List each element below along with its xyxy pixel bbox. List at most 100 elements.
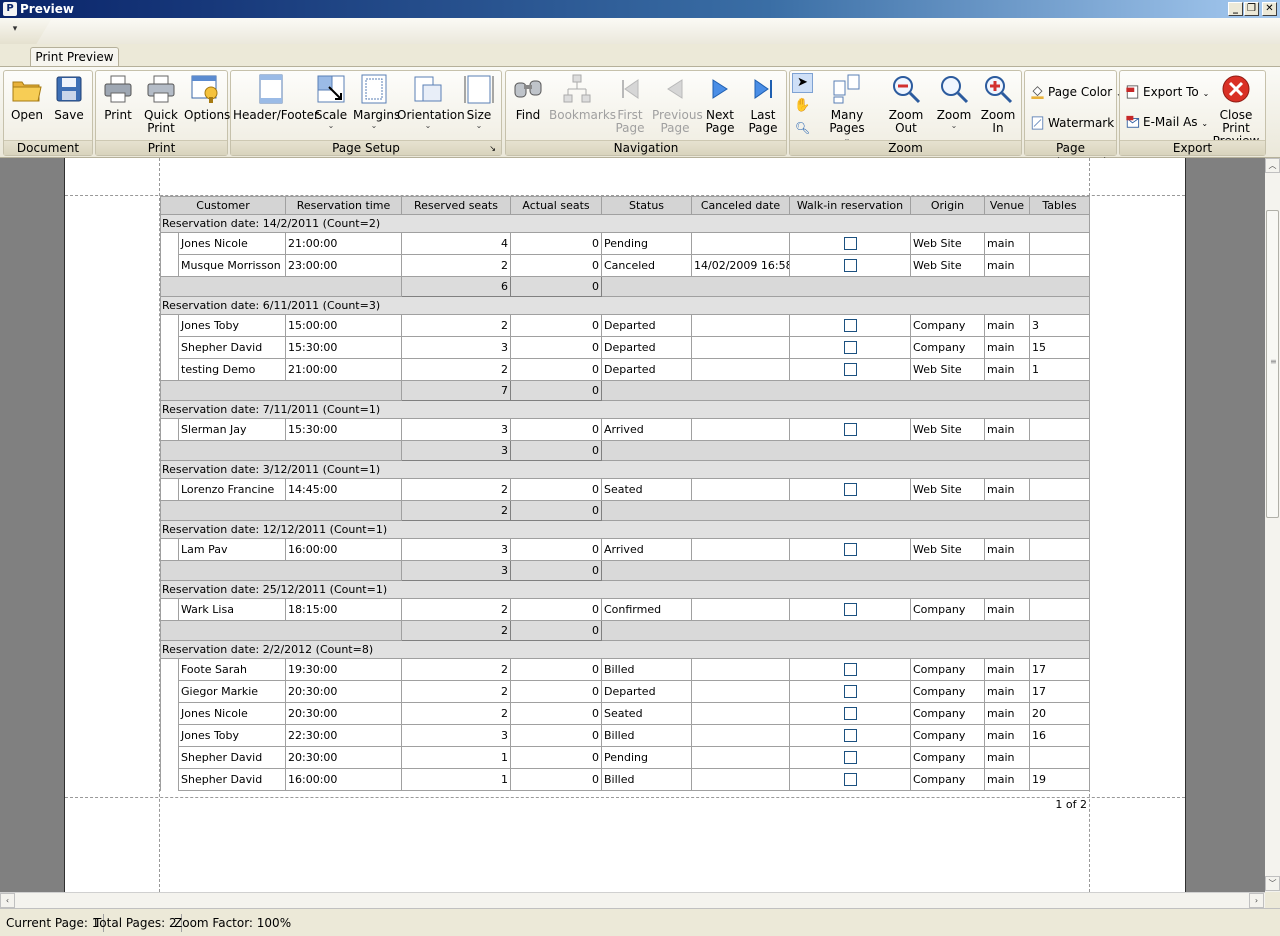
table-row: Lorenzo Francine 14:45:00 2 0 Seated Web Site… — [160, 478, 1090, 501]
bookmarks-button[interactable]: Bookmarks — [549, 73, 616, 122]
cell-reserved-seats: 2 — [401, 598, 511, 621]
group-page-setup: Header/Footer Scale ⌄ Margins ⌄ Orientat… — [230, 70, 502, 156]
scale-dropdown-icon: ⌄ — [327, 121, 335, 130]
walk-in-checkbox — [843, 341, 857, 354]
table-row: Slerman Jay 15:30:00 3 0 Arrived Web Site main — [160, 418, 1090, 441]
restore-icon[interactable]: ❐ — [1244, 2, 1259, 16]
cell-canceled-date — [691, 232, 790, 255]
horizontal-scrollbar[interactable]: ‹ › — [0, 892, 1265, 908]
pointer-tool-icon[interactable]: ➤ — [792, 73, 813, 93]
cell-status: Pending — [601, 232, 692, 255]
cell-reservation-time: 20:30:00 — [285, 746, 402, 769]
group-header-row: Reservation date: 25/12/2011 (Count=1) — [160, 580, 1090, 599]
column-header: Walk-in reservation — [789, 196, 911, 215]
margins-icon — [361, 74, 387, 104]
cell-actual-seats: 0 — [510, 724, 602, 747]
page-size-icon — [464, 75, 494, 104]
magnifier-tool-icon[interactable]: 🔍︎ — [792, 119, 813, 137]
many-pages-icon — [833, 74, 860, 104]
scroll-down-icon[interactable]: ﹀ — [1265, 876, 1280, 891]
export-to-button[interactable]: Export To ⌄ — [1123, 84, 1209, 102]
customize-qat-dropdown-icon[interactable]: ▾ — [8, 24, 22, 36]
document-viewer[interactable]: Customer Reservation time Reserved seats Ac… — [0, 158, 1265, 892]
group-zoom: ➤ ✋ 🔍︎ Many Pages ⌄ Zoom Out Zoom ⌄ Zoom… — [789, 70, 1022, 156]
scroll-left-icon[interactable]: ‹ — [0, 893, 15, 908]
close-icon[interactable]: ✕ — [1262, 2, 1277, 16]
cell-venue: main — [984, 232, 1030, 255]
cell-canceled-date — [691, 358, 790, 381]
cell-reservation-time: 16:00:00 — [285, 538, 402, 561]
scale-button[interactable]: Scale ⌄ — [311, 73, 351, 130]
cell-customer: Wark Lisa — [178, 598, 286, 621]
zoom-out-button[interactable]: Zoom Out — [880, 73, 932, 135]
walk-in-checkbox — [843, 543, 857, 556]
watermark-button[interactable]: Watermark — [1028, 115, 1114, 131]
cell-walk-in — [789, 598, 911, 621]
tab-print-preview[interactable]: Print Preview — [30, 47, 119, 67]
zoom-in-button[interactable]: Zoom In — [976, 73, 1020, 135]
cell-customer: Giegor Markie — [178, 680, 286, 703]
table-row: Shepher David 20:30:00 1 0 Pending Company mai… — [160, 746, 1090, 769]
column-header: Reservation time — [285, 196, 402, 215]
orientation-button[interactable]: Orientation ⌄ — [397, 73, 465, 130]
open-button[interactable]: Open — [8, 73, 46, 122]
zoom-button[interactable]: Zoom ⌄ — [934, 73, 974, 130]
scroll-right-icon[interactable]: › — [1249, 893, 1264, 908]
cell-actual-seats: 0 — [510, 746, 602, 769]
page-setup-dialog-launcher-icon[interactable]: ↘ — [489, 141, 496, 156]
scroll-up-icon[interactable]: ︿ — [1265, 158, 1280, 173]
last-page-button[interactable]: Last Page — [742, 73, 784, 135]
table-row: Jones Nicole 21:00:00 4 0 Pending Web Site mai… — [160, 232, 1090, 255]
previous-page-button[interactable]: Previous Page — [652, 73, 703, 135]
cell-customer: Jones Nicole — [178, 702, 286, 725]
title-bar: P Preview _ ❐ ✕ — [0, 0, 1280, 18]
cell-reservation-time: 19:30:00 — [285, 658, 402, 681]
cell-reservation-time: 23:00:00 — [285, 254, 402, 277]
print-button[interactable]: Print — [98, 73, 138, 122]
cell-reserved-seats: 2 — [401, 314, 511, 337]
cell-venue: main — [984, 358, 1030, 381]
quick-print-button[interactable]: Quick Print — [140, 73, 182, 135]
cell-reservation-time: 16:00:00 — [285, 768, 402, 791]
table-row: Wark Lisa 18:15:00 2 0 Confirmed Company main — [160, 598, 1090, 621]
email-as-button[interactable]: E-Mail As ⌄ — [1123, 114, 1208, 132]
find-button[interactable]: Find — [509, 73, 547, 122]
cell-status: Billed — [601, 724, 692, 747]
hand-tool-icon[interactable]: ✋ — [792, 97, 813, 117]
cell-origin: Web Site — [910, 418, 985, 441]
group-document: Open Save Document — [3, 70, 93, 156]
indent-cell — [160, 658, 179, 681]
group-summary-row: 20 — [160, 500, 1090, 521]
first-page-button[interactable]: First Page — [610, 73, 650, 135]
cell-origin: Company — [910, 598, 985, 621]
group-header-row: Reservation date: 7/11/2011 (Count=1) — [160, 400, 1090, 419]
cell-reserved-seats: 1 — [401, 746, 511, 769]
header-footer-button[interactable]: Header/Footer — [233, 73, 319, 122]
table-row: Shepher David 15:30:00 3 0 Departed Company ma… — [160, 336, 1090, 359]
cell-canceled-date — [691, 598, 790, 621]
next-page-button[interactable]: Next Page — [700, 73, 740, 135]
close-print-preview-button[interactable]: Close Print Preview — [1208, 73, 1264, 148]
zoom-in-icon — [985, 76, 1013, 104]
options-button[interactable]: Options — [184, 73, 230, 122]
vertical-scroll-thumb[interactable]: ≡ — [1266, 210, 1279, 518]
indent-cell — [160, 336, 179, 359]
cell-canceled-date — [691, 538, 790, 561]
group-label-page-background: Page Background — [1025, 140, 1116, 170]
many-pages-button[interactable]: Many Pages ⌄ — [815, 73, 879, 143]
vertical-scrollbar[interactable]: ︿ ≡ ﹀ — [1265, 158, 1280, 892]
minimize-icon[interactable]: _ — [1228, 2, 1243, 16]
indent-cell — [160, 478, 179, 501]
column-header: Customer — [160, 196, 286, 215]
cell-status: Arrived — [601, 538, 692, 561]
margins-button[interactable]: Margins ⌄ — [353, 73, 400, 130]
save-button[interactable]: Save — [50, 73, 88, 122]
group-label-zoom: Zoom — [790, 140, 1021, 155]
ribbon-tab-row: Print Preview — [0, 44, 1280, 67]
page-color-button[interactable]: Page Color ⌄ — [1028, 84, 1123, 102]
cell-origin: Company — [910, 680, 985, 703]
cell-reserved-seats: 2 — [401, 254, 511, 277]
size-button[interactable]: Size ⌄ — [461, 73, 497, 130]
summary-actual-seats: 0 — [510, 276, 602, 297]
cell-canceled-date — [691, 314, 790, 337]
